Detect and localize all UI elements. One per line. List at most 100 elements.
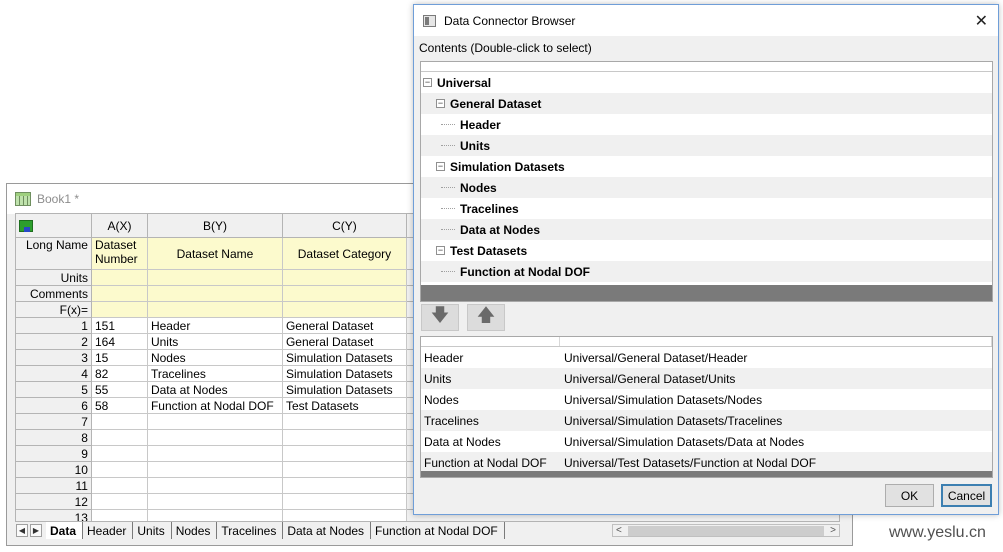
cell-a[interactable]: 15 [90, 349, 148, 366]
scroll-thumb[interactable] [627, 525, 825, 536]
list-item[interactable]: Data at Nodes Universal/Simulation Datase… [421, 431, 992, 452]
list-item[interactable]: Units Universal/General Dataset/Units [421, 368, 992, 389]
close-icon[interactable]: ✕ [975, 11, 988, 31]
list-item[interactable]: Header Universal/General Dataset/Header [421, 347, 992, 368]
fx-a[interactable] [90, 301, 148, 318]
cell-b[interactable] [146, 413, 283, 430]
row-label-units[interactable]: Units [15, 269, 92, 286]
cell-b[interactable] [146, 429, 283, 446]
column-header-a[interactable]: A(X) [90, 213, 148, 238]
tree-leaf[interactable]: Tracelines [421, 198, 992, 219]
dialog-titlebar[interactable]: Data Connector Browser [414, 5, 998, 36]
row-number[interactable]: 7 [15, 413, 92, 430]
cell-c[interactable]: Test Datasets [281, 397, 407, 414]
ok-button[interactable]: OK [885, 484, 934, 507]
cell-a[interactable] [90, 509, 148, 521]
cell-c[interactable] [281, 493, 407, 510]
cell-a[interactable]: 164 [90, 333, 148, 350]
row-number[interactable]: 1 [15, 317, 92, 334]
cancel-button[interactable]: Cancel [941, 484, 992, 507]
data-connector-browser-dialog[interactable]: Data Connector Browser ✕ Contents (Doubl… [413, 4, 999, 515]
cell-b[interactable]: Function at Nodal DOF [146, 397, 283, 414]
tree-leaf[interactable]: Header [421, 114, 992, 135]
cell-b[interactable]: Header [146, 317, 283, 334]
list-item[interactable]: Nodes Universal/Simulation Datasets/Nodes [421, 389, 992, 410]
add-selected-button[interactable]: 🡇 [421, 304, 459, 331]
cell-c[interactable] [281, 445, 407, 462]
row-number[interactable]: 5 [15, 381, 92, 398]
cell-a[interactable]: 55 [90, 381, 148, 398]
row-number[interactable]: 9 [15, 445, 92, 462]
tree-node-group[interactable]: − General Dataset [421, 93, 992, 114]
cell-b[interactable] [146, 461, 283, 478]
list-item[interactable]: Function at Nodal DOF Universal/Test Data… [421, 452, 992, 473]
row-number[interactable]: 2 [15, 333, 92, 350]
cell-a[interactable] [90, 413, 148, 430]
cell-c[interactable] [281, 461, 407, 478]
next-sheet-button[interactable]: ▶ [30, 524, 42, 537]
row-number[interactable]: 12 [15, 493, 92, 510]
column-header-b[interactable]: B(Y) [146, 213, 283, 238]
horizontal-scrollbar[interactable]: < > [612, 524, 840, 537]
tree-leaf[interactable]: Units [421, 135, 992, 156]
cell-b[interactable] [146, 493, 283, 510]
cell-b[interactable] [146, 445, 283, 462]
cell-c[interactable]: Simulation Datasets [281, 365, 407, 382]
sheet-tab[interactable]: Header [83, 522, 134, 539]
row-label-fx[interactable]: F(x)= [15, 301, 92, 318]
select-all-corner[interactable] [15, 213, 92, 238]
cell-c[interactable] [281, 477, 407, 494]
sheet-tab[interactable]: Data at Nodes [283, 522, 372, 539]
comments-c[interactable] [281, 285, 407, 302]
tree-leaf[interactable]: Data at Nodes [421, 219, 992, 240]
cell-a[interactable] [90, 477, 148, 494]
collapse-icon[interactable]: − [436, 99, 445, 108]
cell-b[interactable]: Nodes [146, 349, 283, 366]
sheet-tab[interactable]: Function at Nodal DOF [371, 522, 505, 539]
scroll-left-icon[interactable]: < [616, 525, 622, 536]
remove-selected-button[interactable]: 🡅 [467, 304, 505, 331]
row-label-long-name[interactable]: Long Name [15, 237, 92, 270]
cell-c[interactable]: Simulation Datasets [281, 381, 407, 398]
sheet-tab[interactable]: Tracelines [217, 522, 284, 539]
long-name-c[interactable]: Dataset Category [281, 237, 407, 270]
fx-b[interactable] [146, 301, 283, 318]
long-name-b[interactable]: Dataset Name [146, 237, 283, 270]
fx-c[interactable] [281, 301, 407, 318]
long-name-a[interactable]: Dataset Number [90, 237, 148, 270]
prev-sheet-button[interactable]: ◀ [16, 524, 28, 537]
cell-a[interactable]: 58 [90, 397, 148, 414]
units-b[interactable] [146, 269, 283, 286]
tree-leaf[interactable]: Function at Nodal DOF [421, 261, 992, 282]
sheet-tab[interactable]: Nodes [171, 522, 218, 539]
collapse-icon[interactable]: − [436, 246, 445, 255]
cell-b[interactable] [146, 477, 283, 494]
comments-a[interactable] [90, 285, 148, 302]
cell-a[interactable] [90, 429, 148, 446]
list-item[interactable]: Tracelines Universal/Simulation Datasets/… [421, 410, 992, 431]
list-header-path[interactable] [560, 337, 992, 346]
cell-b[interactable]: Units [146, 333, 283, 350]
cell-a[interactable] [90, 493, 148, 510]
comments-b[interactable] [146, 285, 283, 302]
cell-c[interactable]: Simulation Datasets [281, 349, 407, 366]
units-a[interactable] [90, 269, 148, 286]
cell-b[interactable]: Data at Nodes [146, 381, 283, 398]
cell-c[interactable] [281, 429, 407, 446]
row-number[interactable]: 6 [15, 397, 92, 414]
scroll-right-icon[interactable]: > [830, 525, 836, 536]
cell-c[interactable]: General Dataset [281, 333, 407, 350]
column-header-c[interactable]: C(Y) [281, 213, 407, 238]
cell-a[interactable]: 82 [90, 365, 148, 382]
units-c[interactable] [281, 269, 407, 286]
tree-leaf[interactable]: Nodes [421, 177, 992, 198]
row-number[interactable]: 8 [15, 429, 92, 446]
row-label-comments[interactable]: Comments [15, 285, 92, 302]
sheet-tab[interactable]: Data [46, 522, 84, 539]
cell-b[interactable]: Tracelines [146, 365, 283, 382]
list-header-name[interactable] [421, 337, 560, 346]
tree-node-group[interactable]: − Test Datasets [421, 240, 992, 261]
cell-a[interactable] [90, 445, 148, 462]
sheet-tab[interactable]: Units [133, 522, 172, 539]
selected-datasets-list[interactable]: Header Universal/General Dataset/Header Un… [420, 336, 993, 478]
